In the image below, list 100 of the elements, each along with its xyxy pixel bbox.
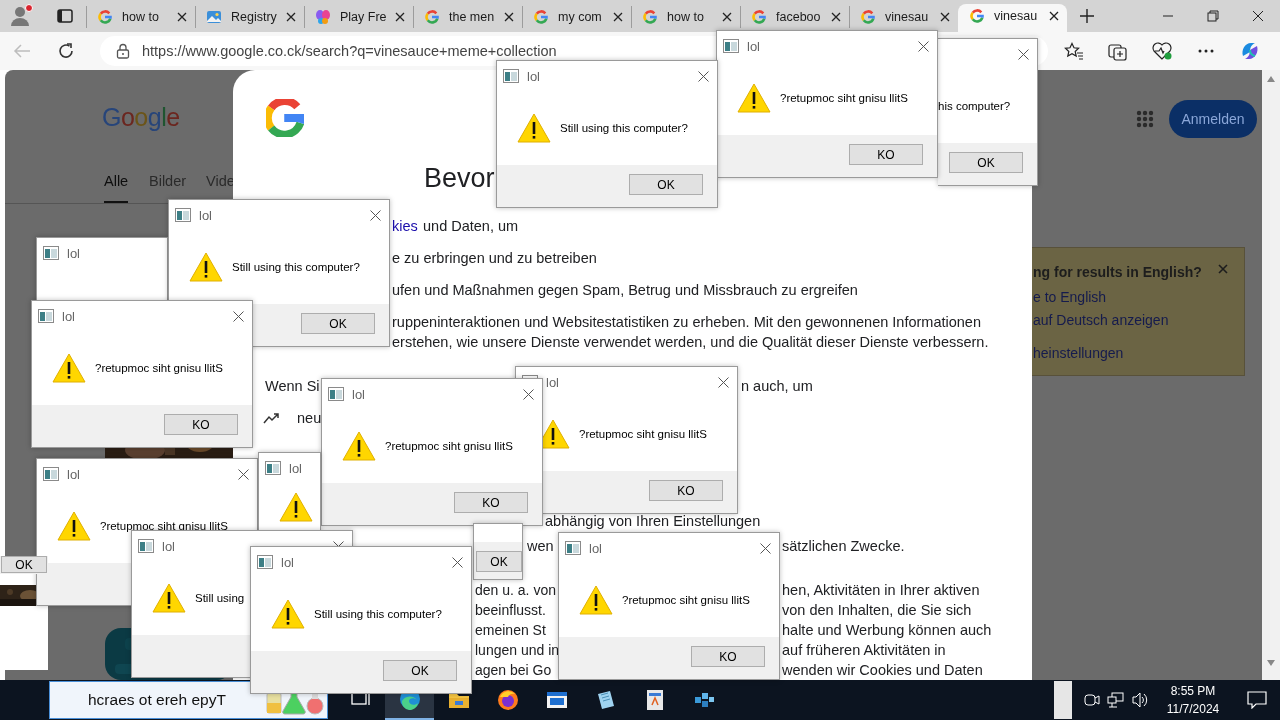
body-text: wen (527, 537, 554, 555)
warning-icon (279, 492, 313, 522)
favorites-icon[interactable] (1064, 42, 1084, 60)
apps-grid-icon[interactable] (1136, 110, 1154, 128)
tab-actions-icon[interactable] (56, 8, 73, 24)
close-icon[interactable] (1251, 10, 1264, 22)
body-text: Wenn Si (265, 377, 320, 395)
body-text: n auch, um (741, 377, 813, 395)
browser-icon[interactable] (496, 689, 519, 711)
close-icon[interactable] (177, 12, 187, 22)
dialog-button[interactable]: KO (454, 492, 528, 513)
dialog-title: lol (67, 466, 80, 482)
browser-tab[interactable]: how to (631, 6, 740, 28)
window-icon (503, 69, 519, 83)
browser-tab[interactable]: my com (522, 6, 631, 28)
close-icon[interactable] (940, 12, 950, 22)
tab-title: the men (449, 10, 495, 24)
browser-tab[interactable]: Play Fre (304, 6, 413, 28)
g-logo-icon (751, 9, 767, 25)
video-icon[interactable] (1083, 691, 1101, 709)
close-icon[interactable] (1018, 48, 1029, 60)
dialog-message: ?retupmoc siht gnisu llitS (385, 440, 513, 452)
browser-tab[interactable]: vinesau (958, 4, 1067, 32)
g-logo-icon (860, 9, 876, 25)
browser-tab[interactable]: faceboo (740, 6, 849, 28)
dialog-button[interactable]: OK (301, 313, 375, 334)
warning-icon (152, 583, 186, 613)
body-text: agen bei Go (475, 661, 552, 679)
restore-icon[interactable] (1206, 10, 1219, 22)
g-logo-icon (424, 9, 440, 25)
lock-icon[interactable] (116, 43, 130, 59)
warning-icon (517, 113, 551, 143)
dialog-button[interactable]: KO (164, 414, 238, 435)
network-icon[interactable] (1107, 691, 1125, 709)
cookies-link[interactable]: kies (392, 217, 418, 235)
close-icon[interactable] (918, 40, 929, 52)
close-icon[interactable] (395, 12, 405, 22)
dialog-button[interactable]: OK (383, 660, 457, 681)
body-text: ruppeninteraktionen und Websitestatistiken zu erheben. Mit den gewonnenen Informationen (392, 313, 981, 331)
scrollbar[interactable] (1262, 70, 1280, 680)
warning-icon (271, 599, 305, 629)
dialog-button[interactable]: OK (949, 152, 1023, 173)
plus-icon[interactable] (1080, 9, 1094, 23)
window-icon (43, 467, 59, 481)
dialog-button[interactable]: KO (649, 480, 723, 501)
dialog-title: lol (589, 540, 602, 556)
dialog-button[interactable]: KO (691, 646, 765, 667)
sign-in-button[interactable]: Anmelden (1169, 100, 1257, 138)
window-icon (43, 246, 59, 260)
close-icon[interactable] (286, 12, 296, 22)
body-text: emeinen St (475, 621, 546, 639)
close-icon[interactable] (831, 12, 841, 22)
scroll-down-icon[interactable] (1267, 660, 1275, 666)
scroll-up-icon[interactable] (1267, 76, 1275, 82)
more-icon[interactable] (1198, 49, 1214, 53)
browser-tab[interactable]: how to (86, 6, 195, 28)
clock[interactable]: 8:55 PM 11/7/2024 (1158, 684, 1228, 716)
notification-icon[interactable] (1247, 691, 1267, 709)
body-text: e zu erbringen und zu betreiben (392, 249, 597, 267)
body-text: beeinflusst. (475, 601, 546, 619)
body-text: wenden wir Cookies und Daten (782, 661, 983, 679)
close-icon[interactable] (698, 70, 709, 82)
window-icon (175, 208, 191, 222)
body-text: von den Inhalten, die Sie sich (782, 601, 972, 619)
close-icon[interactable] (452, 556, 463, 568)
dialog-message: his computer? (938, 100, 1011, 112)
close-icon[interactable] (722, 12, 732, 22)
close-icon[interactable] (613, 12, 623, 22)
g-logo-icon (642, 9, 658, 25)
dialog-message: ?retupmoc siht gnisu llitS (579, 428, 707, 440)
avatar-icon[interactable] (8, 4, 35, 28)
dialog-button[interactable]: OK (476, 551, 522, 572)
close-icon[interactable] (233, 310, 244, 322)
close-icon[interactable] (504, 12, 514, 22)
dialog-message: Still using this computer? (560, 122, 688, 134)
close-icon[interactable] (370, 209, 381, 221)
collections-icon[interactable] (1108, 41, 1128, 61)
refresh-icon[interactable] (57, 42, 75, 60)
dialog-title: lol (352, 386, 365, 402)
window-icon[interactable] (545, 689, 568, 711)
dialog-button[interactable]: OK (629, 174, 703, 195)
heart-icon[interactable] (1151, 41, 1173, 61)
body-text: hen, Aktivitäten in Ihrer aktiven (782, 581, 980, 599)
speaker-icon[interactable] (1131, 691, 1149, 709)
close-icon[interactable] (238, 468, 249, 480)
window-icon (265, 461, 281, 475)
browser-tab[interactable]: the men (413, 6, 522, 28)
close-icon[interactable] (718, 376, 729, 388)
browser-tab[interactable]: Registry (195, 6, 304, 28)
dialog-title: lol (67, 245, 80, 261)
dialog-message: Still using (195, 592, 245, 604)
tab-title: my com (558, 10, 603, 24)
clock-date: 11/7/2024 (1166, 702, 1220, 716)
body-text: den u. a. von (475, 581, 556, 599)
close-icon[interactable] (523, 388, 534, 400)
close-icon[interactable] (1049, 11, 1059, 21)
dialog-button[interactable]: KO (849, 144, 923, 165)
dialog-button[interactable]: OK (1, 556, 47, 573)
dialog-title: lol (199, 207, 212, 223)
close-icon[interactable] (760, 542, 771, 554)
